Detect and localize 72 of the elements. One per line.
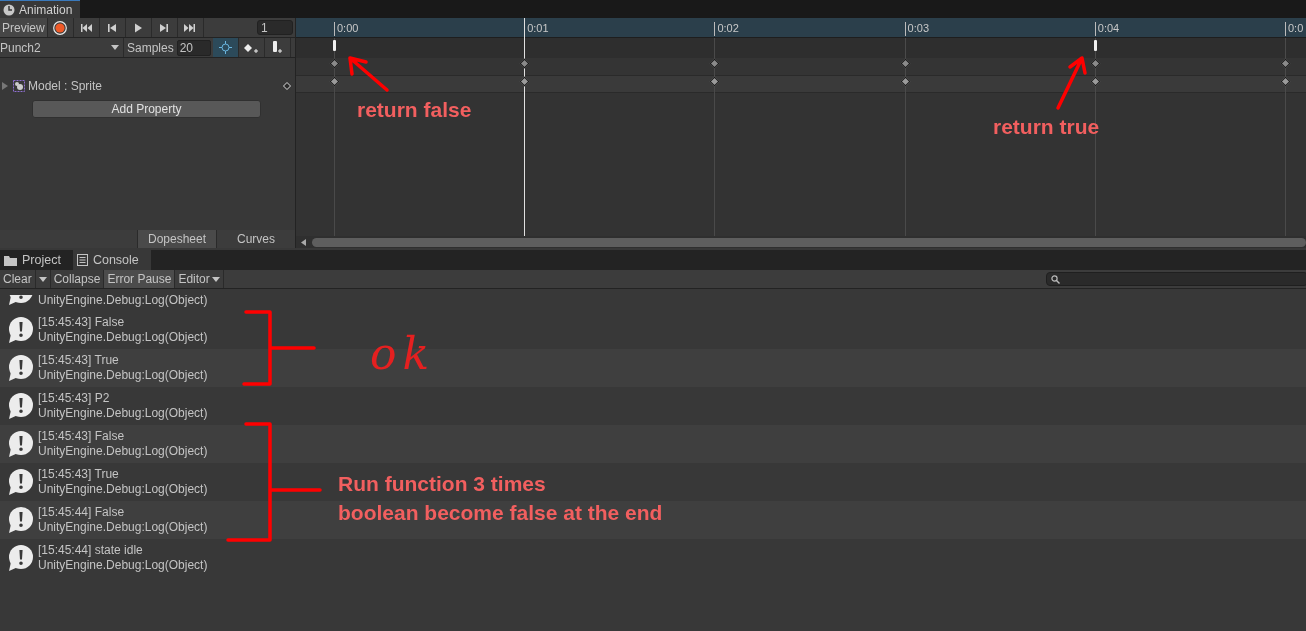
log-message: [15:45:43] True bbox=[38, 353, 120, 368]
search-icon bbox=[1051, 274, 1060, 284]
first-frame-icon bbox=[80, 21, 93, 34]
panel-tab[interactable]: Console bbox=[72, 250, 151, 270]
samples-field[interactable]: 20 bbox=[176, 39, 211, 56]
log-source: UnityEngine.Debug:Log(Object) bbox=[38, 520, 208, 535]
time-label: 0:02 bbox=[714, 22, 739, 36]
timeline-ruler[interactable]: 0:00 0:01 0:02 0:03 0:04 0:0 bbox=[296, 18, 1306, 38]
arrow-drawing bbox=[1056, 56, 1087, 110]
annotation-text: Run function 3 times bbox=[338, 471, 546, 497]
log-source: UnityEngine.Debug:Log(Object) bbox=[38, 330, 208, 345]
time-label: 0:03 bbox=[904, 22, 929, 36]
search-field[interactable] bbox=[1046, 272, 1306, 286]
log-source: UnityEngine.Debug:Log(Object) bbox=[38, 406, 208, 421]
keyframe-mode-button[interactable] bbox=[212, 38, 239, 57]
scroll-left-icon[interactable] bbox=[301, 238, 306, 246]
dropdown-arrow-icon bbox=[111, 45, 119, 50]
time-label: 0:0 bbox=[1285, 22, 1304, 36]
warning-bubble-icon bbox=[8, 393, 34, 419]
log-message: [15:45:43] False bbox=[38, 315, 126, 330]
log-message: [15:45:43] True bbox=[38, 467, 120, 482]
time-label: 0:04 bbox=[1094, 22, 1120, 36]
next-frame-icon bbox=[158, 21, 171, 34]
annotation-text: return false bbox=[357, 97, 472, 123]
log-message: [15:45:43] False bbox=[38, 429, 126, 444]
log-source: UnityEngine.Debug:Log(Object) bbox=[38, 482, 208, 497]
previous-frame-icon bbox=[106, 21, 119, 34]
time-label: 0:00 bbox=[334, 22, 359, 36]
console-toolbar-button[interactable]: Clear bbox=[0, 270, 36, 288]
log-source: UnityEngine.Debug:Log(Object) bbox=[38, 558, 208, 573]
log-message: [15:45:43] P2 bbox=[38, 391, 111, 406]
warning-bubble-icon bbox=[8, 295, 34, 305]
warning-bubble-icon bbox=[8, 431, 34, 457]
preview-button[interactable]: Preview bbox=[0, 18, 48, 37]
log-source: UnityEngine.Debug:Log(Object) bbox=[38, 444, 208, 459]
warning-bubble-icon bbox=[8, 355, 34, 381]
crosshair-icon bbox=[218, 41, 232, 54]
log-message: [15:45:44] False bbox=[38, 505, 126, 520]
clip-dropdown[interactable]: Punch2 bbox=[0, 38, 124, 57]
property-label: Model : Sprite bbox=[28, 79, 104, 93]
warning-bubble-icon bbox=[8, 545, 34, 571]
console-icon bbox=[76, 254, 88, 266]
add-keyframe-icon bbox=[244, 41, 259, 54]
warning-bubble-icon bbox=[8, 469, 34, 495]
add-event-icon bbox=[271, 41, 284, 54]
dropdown-arrow-icon bbox=[38, 276, 47, 282]
samples-label: Samples bbox=[126, 40, 175, 55]
log-message: [15:45:44] state idle bbox=[38, 543, 144, 558]
console-toolbar-button[interactable]: Error Pause bbox=[104, 270, 176, 288]
frame-field[interactable]: 1 bbox=[257, 20, 293, 35]
expand-arrow-icon[interactable] bbox=[0, 81, 10, 91]
annotation-text: return true bbox=[993, 114, 1100, 140]
last-frame-icon bbox=[184, 21, 197, 34]
add-property-button[interactable]: Add Property bbox=[32, 100, 261, 118]
arrow-drawing bbox=[348, 56, 389, 92]
warning-bubble-icon bbox=[8, 507, 34, 533]
log-source: UnityEngine.Debug:Log(Object) bbox=[38, 368, 208, 383]
clock-icon bbox=[3, 3, 15, 16]
window-tab[interactable]: Animation bbox=[0, 0, 81, 18]
keyframe-diamond-icon[interactable] bbox=[283, 82, 291, 90]
log-source: UnityEngine.Debug:Log(Object) bbox=[38, 293, 208, 308]
dropdown-arrow-icon bbox=[211, 276, 220, 282]
annotation-text: boolean become false at the end bbox=[338, 500, 663, 526]
playhead-line[interactable] bbox=[524, 18, 526, 236]
view-tab[interactable]: Dopesheet bbox=[137, 230, 216, 248]
event-marker[interactable] bbox=[333, 40, 336, 51]
scrollbar-thumb[interactable] bbox=[312, 237, 1306, 247]
annotation-text: ok bbox=[369, 327, 437, 381]
event-marker[interactable] bbox=[1093, 40, 1097, 51]
sprite-icon bbox=[13, 80, 25, 92]
warning-bubble-icon bbox=[8, 317, 34, 343]
folder-icon bbox=[4, 254, 17, 266]
